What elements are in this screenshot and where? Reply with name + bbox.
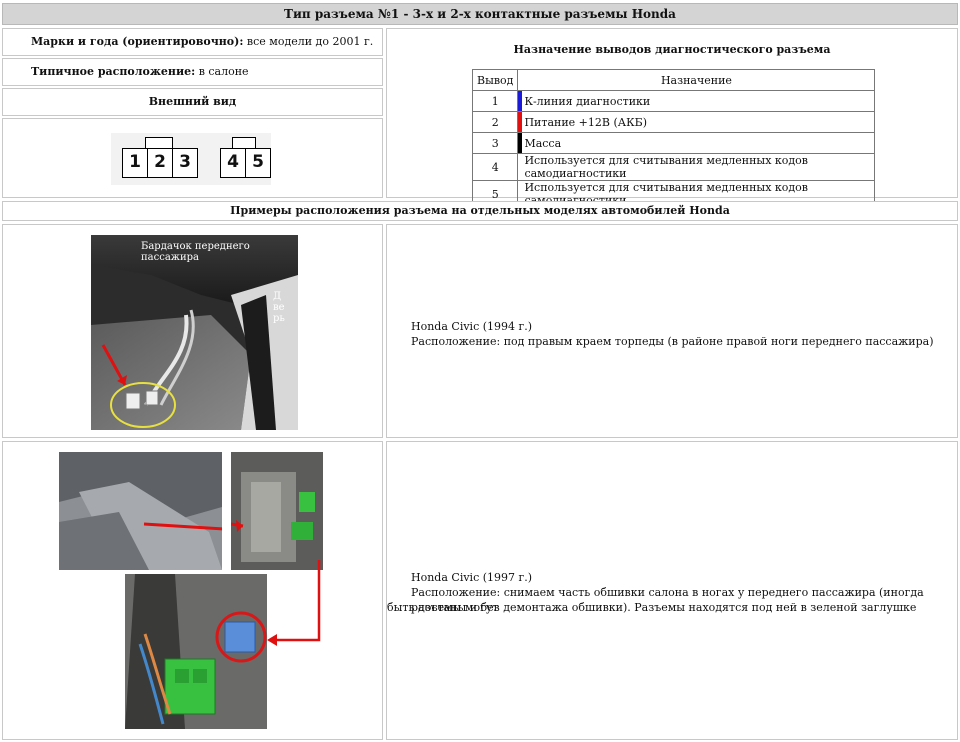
pin-purpose-cell: К-линия диагностики [517, 90, 876, 112]
pin-color-bar [518, 133, 523, 153]
table-row: 1 К-линия диагностики [471, 90, 876, 112]
pin-color-bar [518, 112, 523, 132]
examples-heading: Примеры расположения разъема на отдельны… [2, 201, 958, 221]
civic1997-leader-arrow [267, 560, 321, 646]
civic1994-photo-cell: Бардачок переднего пассажира Дверь [2, 224, 383, 438]
pinout-title: Назначение выводов диагностического разъ… [513, 43, 831, 56]
col-purpose-header: Назначение [517, 69, 876, 91]
pin-purpose-cell: Масса [517, 132, 876, 154]
appearance-heading: Внешний вид [2, 88, 383, 116]
photo-label-door: Дверь [273, 291, 285, 324]
pin-purpose-cell: Питание +12В (АКБ) [517, 111, 876, 133]
pin-number: 4 [471, 153, 519, 181]
location-row: Типичное расположение: в салоне [2, 58, 383, 86]
table-row: 2 Питание +12В (АКБ) [471, 111, 876, 133]
brands-row: Марки и года (ориентировочно): все модел… [2, 28, 383, 56]
location-label: Типичное расположение: [31, 65, 196, 78]
pin-purpose: Масса [524, 136, 562, 150]
table-row: 4 Используется для считывания медленных … [471, 153, 876, 181]
photo-label-glovebox: Бардачок переднего пассажира [141, 241, 250, 263]
civic1994-photo: Бардачок переднего пассажира Дверь [91, 235, 298, 430]
pinout-header-row: Вывод Назначение [471, 69, 876, 91]
connector-pin-2: 2 [147, 148, 173, 178]
civic1997-location-line2: быть достаны и без демонтажа обшивки). Р… [387, 601, 917, 614]
connector-pin-1: 1 [122, 148, 148, 178]
connector-key-3pin [145, 137, 173, 148]
page-title: Тип разъема №1 - 3-х и 2-х контактные ра… [2, 3, 958, 25]
civic1997-model: Honda Civic (1997 г.) [411, 571, 533, 584]
pin-number: 2 [471, 111, 519, 133]
civic1994-description-cell: Honda Civic (1994 г.) Расположение: под … [386, 224, 958, 438]
pin-purpose: К-линия диагностики [524, 94, 651, 108]
connector-pin-3: 3 [172, 148, 198, 178]
pin-purpose: Питание +12В (АКБ) [524, 115, 647, 129]
pin-number: 1 [471, 90, 519, 112]
brands-label: Марки и года (ориентировочно): [31, 35, 244, 48]
col-pin-header: Вывод [471, 69, 519, 91]
connector-drawing: 1 2 3 4 5 [2, 118, 383, 198]
civic1994-location: Расположение: под правым краем торпеды (… [411, 335, 934, 348]
pinout-panel: Назначение выводов диагностического разъ… [386, 28, 958, 208]
connector-key-2pin [232, 137, 256, 148]
civic1997-description-cell: Honda Civic (1997 г.) Расположение: сним… [386, 441, 958, 740]
table-row: 3 Масса [471, 132, 876, 154]
civic1994-model: Honda Civic (1994 г.) [411, 320, 533, 333]
pin-number: 3 [471, 132, 519, 154]
connector-pin-5: 5 [245, 148, 271, 178]
pin-color-bar [518, 91, 523, 111]
pin-purpose: Используется для считывания медленных ко… [517, 153, 876, 181]
civic1997-photo-cell [2, 441, 383, 740]
pinout-table: Вывод Назначение 1 К-линия диагностики 2… [471, 69, 876, 208]
connector-pin-4: 4 [220, 148, 246, 178]
brands-value: все модели до 2001 г. [246, 35, 374, 48]
location-value: в салоне [198, 65, 249, 78]
civic1994-photo-svg [91, 235, 298, 430]
